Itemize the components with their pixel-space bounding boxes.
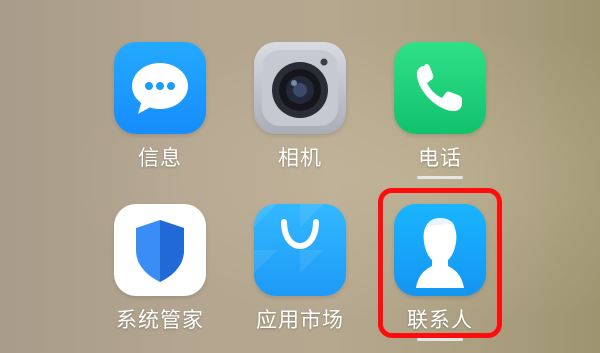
app-label: 电话 xyxy=(418,146,462,170)
app-contacts[interactable]: 联系人 xyxy=(380,204,500,341)
camera-lens-icon xyxy=(262,50,338,126)
shield-icon xyxy=(136,220,184,282)
app-phone[interactable]: 电话 xyxy=(380,42,500,179)
app-label: 信息 xyxy=(138,146,182,170)
message-bubble-icon xyxy=(132,63,188,114)
notification-indicator xyxy=(417,176,463,179)
notification-indicator xyxy=(417,338,463,341)
app-messages[interactable]: 信息 xyxy=(100,42,220,179)
camera-app-icon[interactable] xyxy=(254,42,346,134)
app-label: 联系人 xyxy=(407,308,473,332)
person-silhouette-icon xyxy=(416,218,464,288)
app-label: 应用市场 xyxy=(256,308,344,332)
contacts-app-icon[interactable] xyxy=(394,204,486,296)
app-store[interactable]: 应用市场 xyxy=(240,204,360,341)
system-manager-app-icon[interactable] xyxy=(114,204,206,296)
app-label: 系统管家 xyxy=(116,308,204,332)
app-system-manager[interactable]: 系统管家 xyxy=(100,204,220,341)
messages-app-icon[interactable] xyxy=(114,42,206,134)
home-screen-grid: 信息 相机 电话 系统管家 应用市场 联系人 xyxy=(0,0,600,353)
app-label: 相机 xyxy=(278,146,322,170)
phone-handset-icon xyxy=(416,64,462,112)
app-store-app-icon[interactable] xyxy=(254,204,346,296)
app-camera[interactable]: 相机 xyxy=(240,42,360,179)
phone-app-icon[interactable] xyxy=(394,42,486,134)
shopping-bag-icon xyxy=(281,219,319,250)
